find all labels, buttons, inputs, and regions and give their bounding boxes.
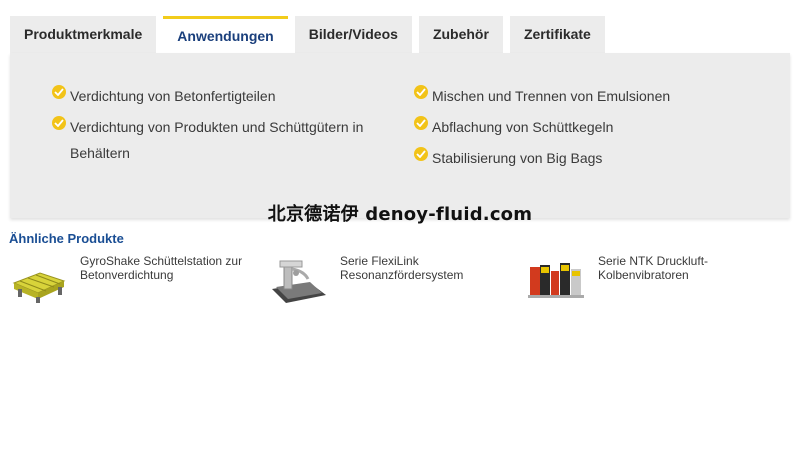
tab-bar: Produktmerkmale Anwendungen Bilder/Video… — [10, 16, 612, 53]
applications-list-left: Verdichtung von Betonfertigteilen Verdic… — [52, 83, 382, 171]
tab-anwendungen[interactable]: Anwendungen — [163, 16, 288, 53]
application-item: Stabilisierung von Big Bags — [414, 145, 774, 171]
product-card-gyroshake[interactable]: GyroShake Schüttelstation zur Betonverdi… — [10, 253, 260, 313]
product-card-flexilink[interactable]: Serie FlexiLink Resonanzfördersystem — [270, 253, 520, 313]
product-name[interactable]: Serie NTK Druckluft-Kolbenvibratoren — [598, 254, 776, 282]
tab-produktmerkmale[interactable]: Produktmerkmale — [10, 16, 157, 53]
application-item: Verdichtung von Betonfertigteilen — [52, 83, 382, 109]
application-label: Stabilisierung von Big Bags — [432, 150, 603, 166]
ntk-vibrators-image[interactable] — [528, 253, 586, 305]
application-item: Abflachung von Schüttkegeln — [414, 114, 774, 140]
application-label: Verdichtung von Produkten und Schüttgüte… — [70, 119, 364, 161]
check-circle-icon — [414, 147, 428, 161]
application-label: Abflachung von Schüttkegeln — [432, 119, 614, 135]
product-card-ntk[interactable]: Serie NTK Druckluft-Kolbenvibratoren — [528, 253, 778, 313]
product-name[interactable]: GyroShake Schüttelstation zur Betonverdi… — [80, 254, 258, 282]
similar-products-title: Ähnliche Produkte — [9, 231, 124, 246]
applications-panel: Verdichtung von Betonfertigteilen Verdic… — [10, 53, 790, 218]
applications-list-right: Mischen und Trennen von Emulsionen Abfla… — [414, 83, 774, 176]
check-circle-icon — [52, 85, 66, 99]
check-circle-icon — [414, 116, 428, 130]
tab-zubehoer[interactable]: Zubehör — [418, 16, 503, 53]
application-item: Verdichtung von Produkten und Schüttgüte… — [52, 114, 382, 166]
application-label: Verdichtung von Betonfertigteilen — [70, 88, 276, 104]
product-name[interactable]: Serie FlexiLink Resonanzfördersystem — [340, 254, 518, 282]
watermark-text: 北京德诺伊 denoy-fluid.com — [267, 204, 533, 225]
tab-bilder-videos[interactable]: Bilder/Videos — [294, 16, 412, 53]
tab-zertifikate[interactable]: Zertifikate — [509, 16, 605, 53]
check-circle-icon — [52, 116, 66, 130]
application-label: Mischen und Trennen von Emulsionen — [432, 88, 671, 104]
application-item: Mischen und Trennen von Emulsionen — [414, 83, 774, 109]
check-circle-icon — [414, 85, 428, 99]
gyroshake-station-image[interactable] — [10, 253, 68, 305]
flexilink-conveyor-image[interactable] — [270, 253, 328, 305]
